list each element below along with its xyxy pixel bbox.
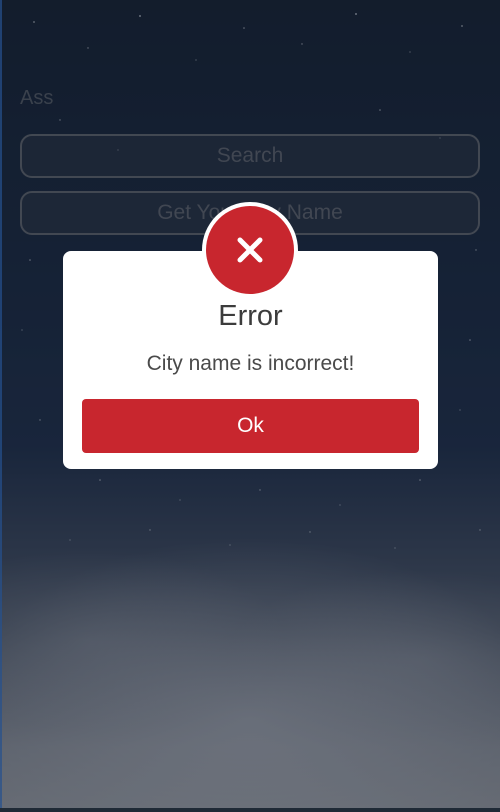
bottom-edge (0, 808, 500, 812)
close-icon (206, 206, 294, 294)
dialog-message: City name is incorrect! (146, 352, 355, 375)
ok-button[interactable]: Ok (82, 399, 419, 453)
dialog-title: Error (218, 300, 283, 332)
app-screen: Ass Search Get Your City Name Error City… (0, 0, 500, 812)
